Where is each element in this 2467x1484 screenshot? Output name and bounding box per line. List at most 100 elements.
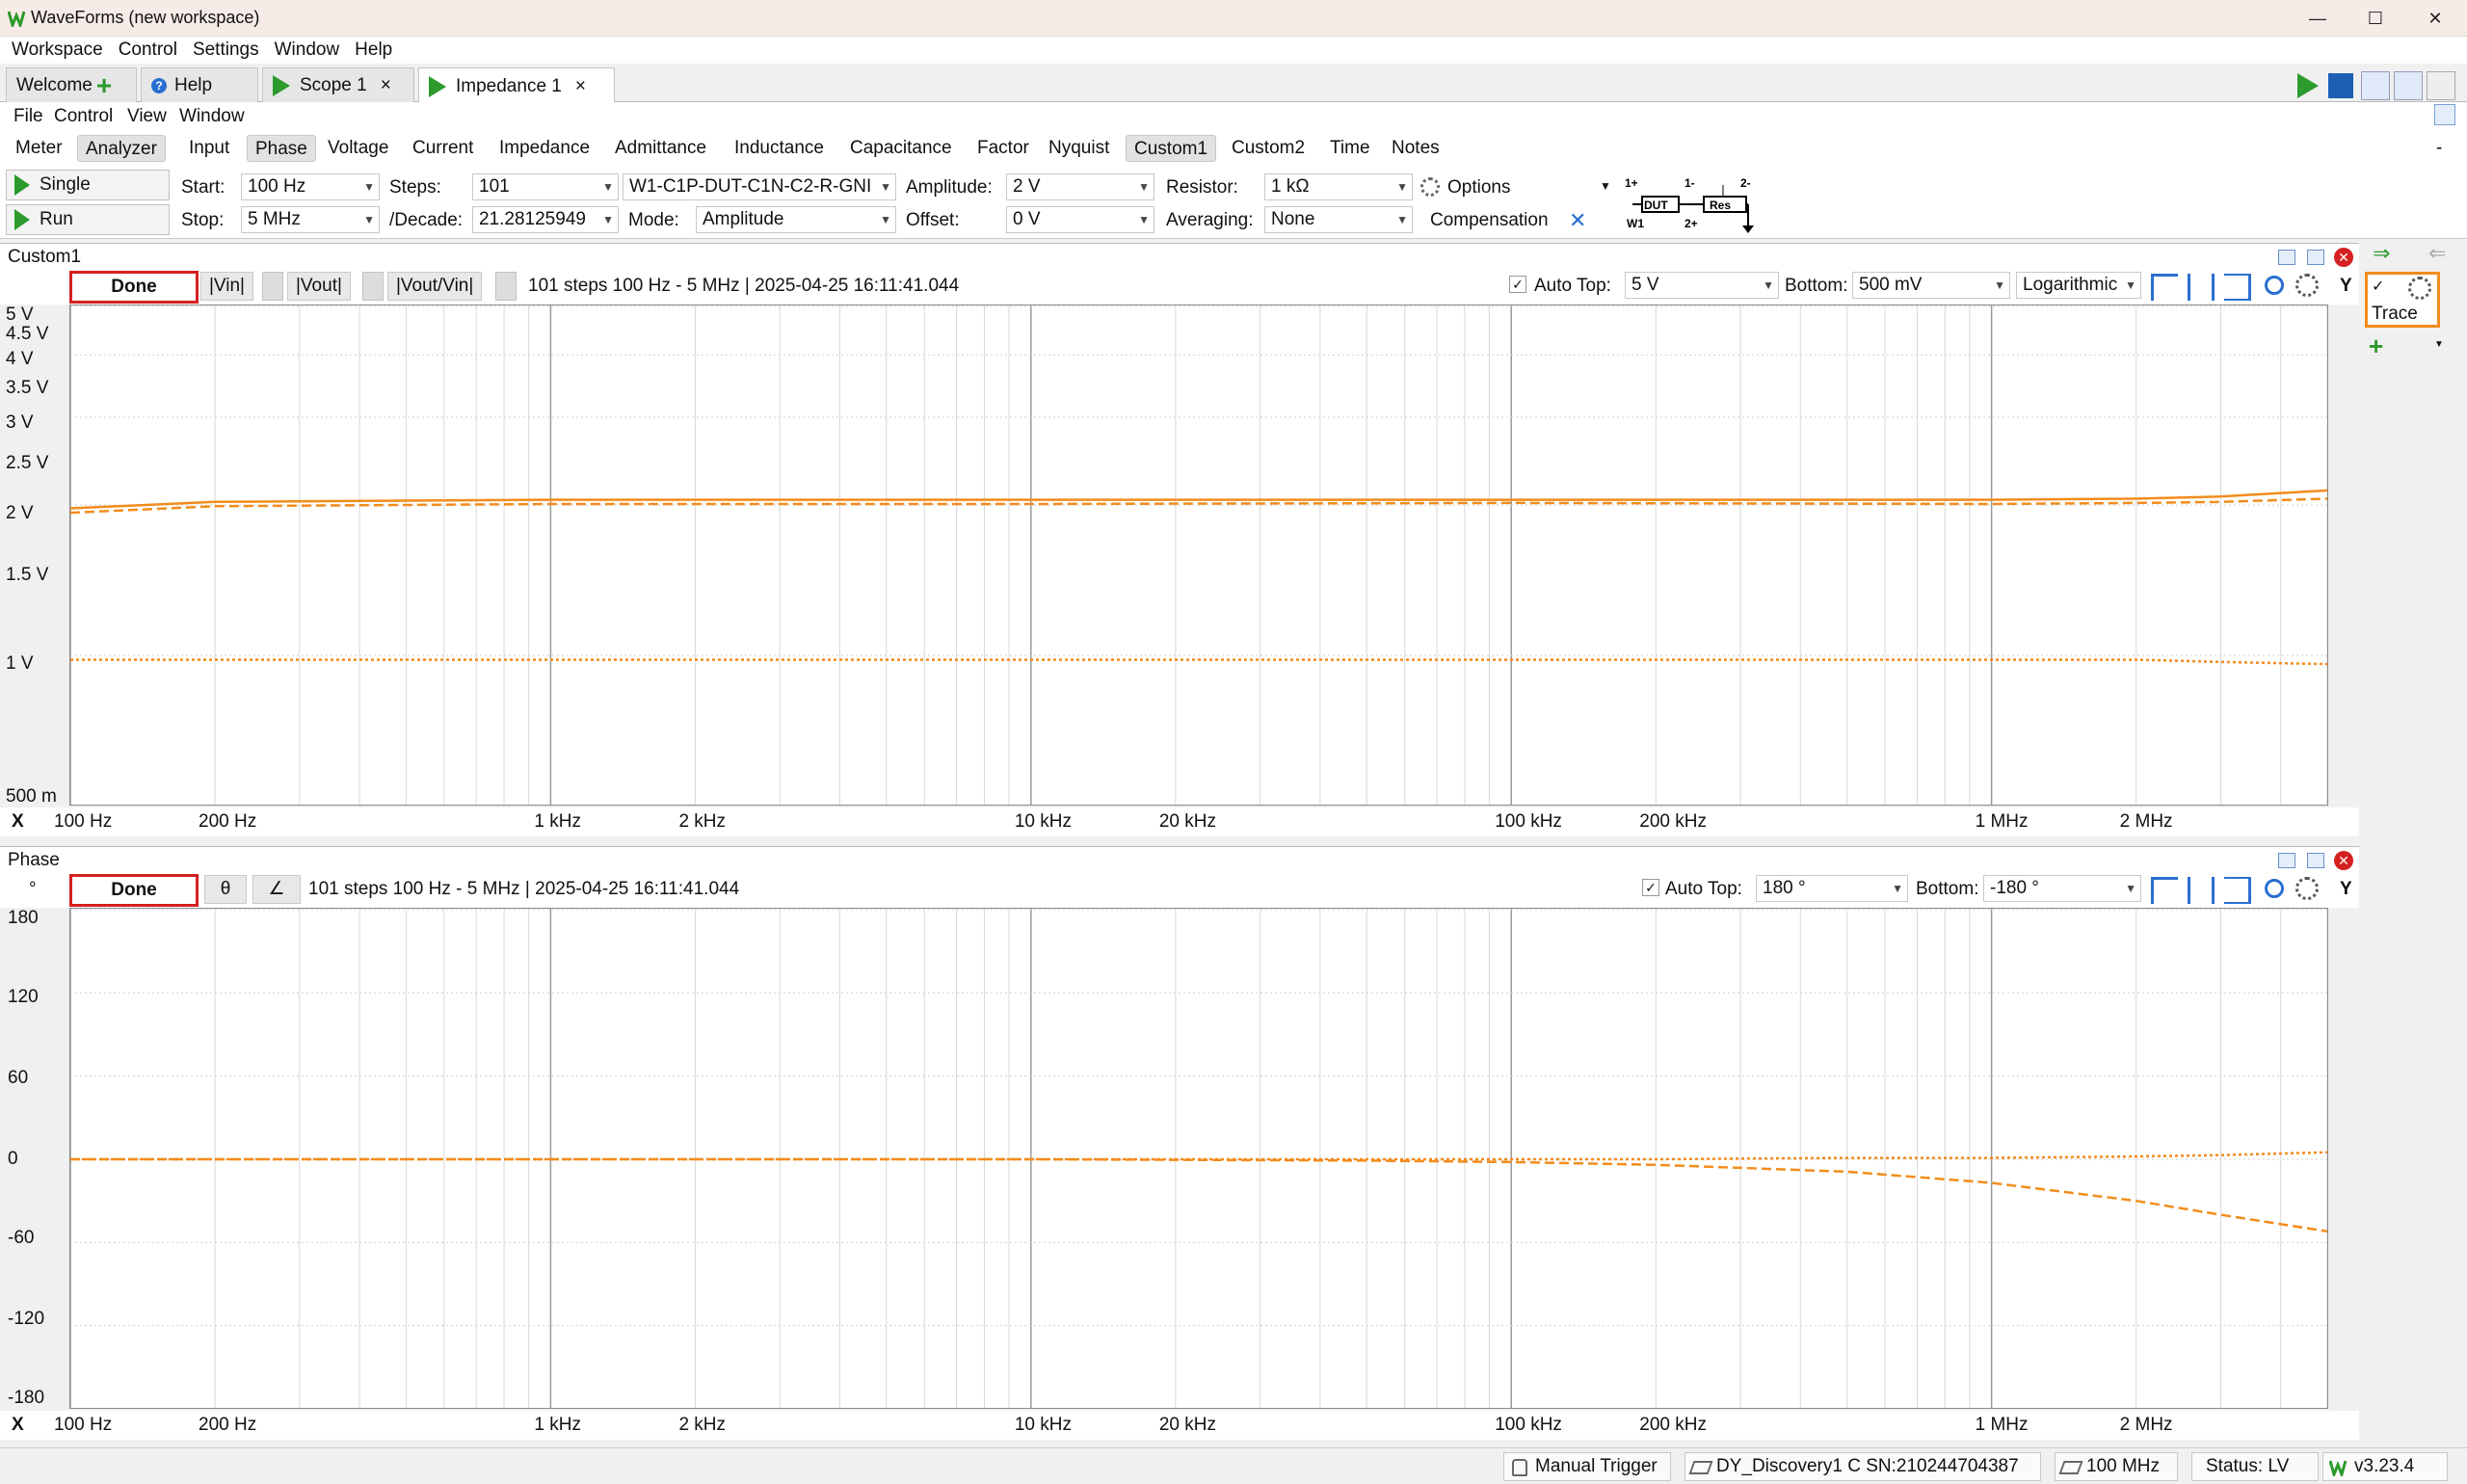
auto-top-checkbox[interactable]: ✓ (1509, 276, 1526, 293)
trace-style-icon[interactable] (495, 272, 517, 301)
y-axis-button[interactable]: Y (2340, 276, 2352, 297)
view-nyquist[interactable]: Nyquist (1041, 135, 1117, 162)
view-voltage[interactable]: Voltage (320, 135, 396, 162)
add-trace-icon[interactable]: + (2369, 331, 2383, 361)
dock-icon[interactable] (2434, 104, 2455, 125)
view-capacitance[interactable]: Capacitance (842, 135, 960, 162)
close-panel-icon[interactable]: ✕ (2334, 851, 2353, 870)
close-tab-icon[interactable]: × (381, 75, 391, 96)
trace-style-icon[interactable] (362, 272, 384, 301)
stop-select[interactable]: 5 MHz ▼ (241, 206, 380, 233)
view-custom1[interactable]: Custom1 (1126, 135, 1217, 162)
close-panel-icon[interactable]: ✕ (2334, 248, 2353, 267)
h-cursor-icon[interactable] (2188, 877, 2215, 904)
trace-style-icon[interactable] (262, 272, 283, 301)
adapter-select[interactable]: W1-C1P-DUT-C1N-C2-R-GNI ▼ (623, 173, 896, 200)
view-factor[interactable]: Factor (969, 135, 1037, 162)
cascade-icon[interactable] (2361, 71, 2390, 100)
trace-item[interactable]: ✓ Trace (2365, 272, 2440, 328)
arrow-right-icon[interactable]: ⇒ (2373, 241, 2390, 266)
y-axis-button[interactable]: Y (2340, 879, 2352, 900)
minimize-button[interactable]: — (2295, 4, 2340, 33)
resistor-select[interactable]: 1 kΩ ▼ (1264, 173, 1413, 200)
view-notes[interactable]: Notes (1384, 135, 1447, 162)
menu-help[interactable]: Help (355, 37, 392, 64)
collapse-button[interactable]: - (2428, 135, 2450, 162)
zoom-icon[interactable] (2265, 879, 2284, 898)
start-select[interactable]: 100 Hz ▼ (241, 173, 380, 200)
vout-trace-chip[interactable]: |Vout| (287, 272, 351, 301)
run-all-icon[interactable] (2297, 73, 2319, 98)
trace-checkbox[interactable]: ✓ (2372, 277, 2384, 296)
plot-settings-gear-icon[interactable] (2295, 877, 2319, 900)
cursor-icon[interactable] (2151, 274, 2178, 301)
maximize-panel-icon[interactable] (2307, 250, 2324, 265)
h-cursor-icon[interactable] (2188, 274, 2215, 301)
arrow-left-icon[interactable]: ⇐ (2428, 241, 2446, 266)
averaging-select[interactable]: None ▼ (1264, 206, 1413, 233)
zoom-icon[interactable] (2265, 276, 2284, 295)
close-tab-icon[interactable]: × (575, 76, 586, 97)
menu-instrument-control[interactable]: Control (54, 106, 113, 127)
cursor-icon[interactable] (2151, 877, 2178, 904)
clock-button[interactable]: 100 MHz (2055, 1452, 2178, 1481)
restore-panel-icon[interactable] (2278, 250, 2295, 265)
view-input[interactable]: Input (181, 135, 237, 162)
tab-impedance[interactable]: Impedance 1 × (418, 67, 615, 104)
v-cursor-icon[interactable] (2224, 274, 2251, 301)
view-custom2[interactable]: Custom2 (1224, 135, 1313, 162)
version-button[interactable]: v3.23.4 (2322, 1452, 2448, 1481)
custom1-plot[interactable] (69, 305, 2328, 806)
device-button[interactable]: DY_Discovery1 C SN:210244704387 (1684, 1452, 2041, 1481)
bottom-select[interactable]: 500 mV ▼ (1852, 272, 2010, 299)
menu-instrument-window[interactable]: Window (179, 106, 245, 127)
v-cursor-icon[interactable] (2224, 877, 2251, 904)
stop-all-icon[interactable] (2328, 73, 2353, 98)
trace-gear-icon[interactable] (2408, 277, 2431, 300)
restore-panel-icon[interactable] (2278, 853, 2295, 868)
single-button[interactable]: Single (6, 170, 170, 200)
chevron-down-icon[interactable]: ▼ (2434, 339, 2444, 350)
decade-select[interactable]: 21.28125949 ▼ (472, 206, 619, 233)
menu-view[interactable]: View (127, 106, 167, 127)
menu-settings[interactable]: Settings (193, 37, 259, 64)
view-inductance[interactable]: Inductance (727, 135, 832, 162)
options-button[interactable]: Options ▼ (1420, 175, 1613, 202)
maximize-panel-icon[interactable] (2307, 853, 2324, 868)
vin-trace-chip[interactable]: |Vin| (200, 272, 253, 301)
bottom-select[interactable]: -180 ° ▼ (1983, 875, 2141, 902)
run-button[interactable]: Run (6, 204, 170, 235)
view-admittance[interactable]: Admittance (607, 135, 714, 162)
view-impedance[interactable]: Impedance (491, 135, 597, 162)
close-window-button[interactable]: ✕ (2413, 4, 2457, 33)
maximize-button[interactable]: ☐ (2353, 4, 2398, 33)
top-select[interactable]: 5 V ▼ (1625, 272, 1779, 299)
view-current[interactable]: Current (405, 135, 481, 162)
manual-trigger-button[interactable]: Manual Trigger (1503, 1452, 1671, 1481)
mode-select[interactable]: Amplitude ▼ (696, 206, 896, 233)
add-tab-icon[interactable]: + (96, 71, 112, 98)
offset-select[interactable]: 0 V ▼ (1006, 206, 1154, 233)
view-time[interactable]: Time (1322, 135, 1378, 162)
wrench-icon[interactable]: ✕ (1569, 208, 1586, 233)
scale-select[interactable]: Logarithmic ▼ (2016, 272, 2141, 299)
view-phase[interactable]: Phase (247, 135, 316, 162)
tab-scope[interactable]: Scope 1 × (262, 67, 414, 102)
phase-plot[interactable] (69, 908, 2328, 1409)
menu-workspace[interactable]: Workspace (12, 37, 103, 64)
tab-welcome[interactable]: Welcome + (6, 67, 137, 102)
auto-top-checkbox[interactable]: ✓ (1642, 879, 1659, 896)
view-analyzer[interactable]: Analyzer (77, 135, 166, 162)
tab-help[interactable]: ? Help (141, 67, 258, 102)
top-select[interactable]: 180 ° ▼ (1756, 875, 1908, 902)
menu-file[interactable]: File (13, 106, 43, 127)
menu-control[interactable]: Control (119, 37, 177, 64)
status-button[interactable]: Status: LV (2191, 1452, 2319, 1481)
tile-icon[interactable] (2394, 71, 2423, 100)
steps-select[interactable]: 101 ▼ (472, 173, 619, 200)
view-meter[interactable]: Meter (8, 135, 70, 162)
ratio-trace-chip[interactable]: |Vout/Vin| (387, 272, 483, 301)
plot-settings-gear-icon[interactable] (2295, 274, 2319, 297)
amplitude-select[interactable]: 2 V ▼ (1006, 173, 1154, 200)
settings-gear-icon[interactable] (2427, 71, 2455, 100)
